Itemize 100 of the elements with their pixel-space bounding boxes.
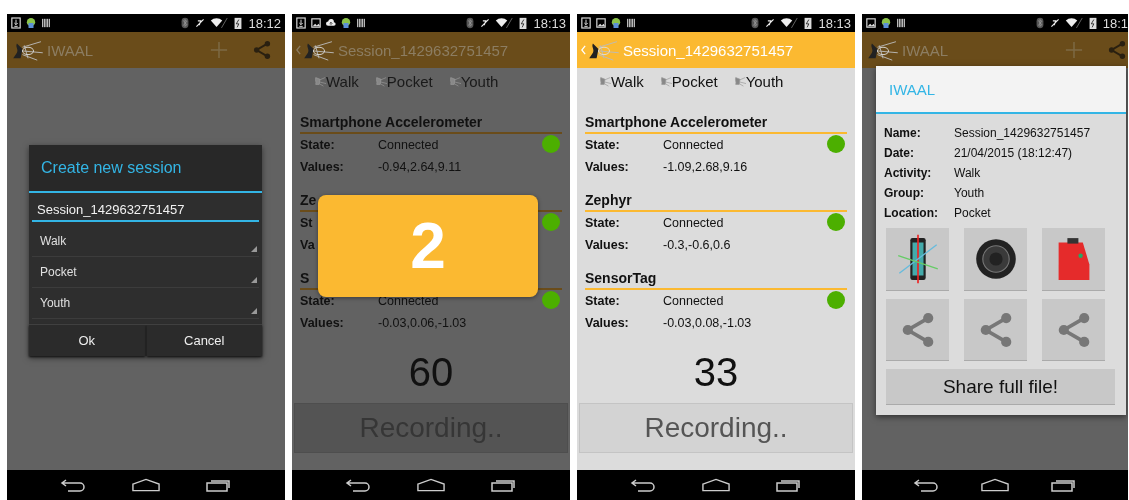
field-value: Youth: [954, 186, 986, 200]
image-notification-icon: [866, 17, 876, 29]
toast-message: 2: [318, 195, 538, 297]
state-label: State:: [585, 216, 621, 230]
state-value: Connected: [378, 294, 439, 308]
state-value: Connected: [663, 294, 724, 308]
state-label: State:: [585, 294, 621, 308]
dropdown-corner-icon: [251, 308, 257, 314]
barcode-icon: [626, 17, 636, 29]
state-value: Connected: [378, 138, 439, 152]
barcode-icon: [896, 17, 906, 29]
dialog-button[interactable]: Cancel: [146, 325, 262, 356]
android-icon: [341, 17, 351, 29]
clock-time: 18:1: [1102, 15, 1128, 31]
back-icon[interactable]: [59, 478, 88, 492]
field-label: Name:: [884, 126, 922, 140]
barcode-icon: [41, 17, 51, 29]
field-label: Location:: [884, 206, 939, 220]
share-icon: [900, 312, 935, 347]
download-notification-icon: [11, 17, 21, 29]
share-button[interactable]: [964, 299, 1027, 361]
home-icon[interactable]: [417, 478, 445, 492]
battery-icon: [803, 17, 814, 29]
tag-label: Pocket: [386, 72, 433, 90]
sensor-name: Zephyr: [585, 192, 847, 212]
clock-time: 18:13: [818, 15, 851, 31]
dropdown-corner-icon: [251, 277, 257, 283]
sensor-values: -0.3,-0.6,0.6: [663, 238, 731, 252]
home-icon[interactable]: [981, 478, 1009, 492]
field-value: Session_1429632751457: [954, 126, 1092, 140]
bluetooth-icon: [750, 17, 761, 29]
field-label: Activity:: [884, 166, 933, 180]
state-label: St: [300, 216, 314, 230]
state-label: State:: [585, 138, 621, 152]
share-full-file-button[interactable]: Share full file!: [886, 369, 1115, 405]
dialog-button[interactable]: Ok: [29, 325, 145, 356]
values-label: Values:: [300, 316, 345, 330]
sensor-values: -0.03,0.08,-1.03: [663, 316, 752, 330]
dropdown-field[interactable]: Youth: [32, 288, 259, 319]
back-icon[interactable]: [344, 478, 373, 492]
battery-icon: [233, 17, 244, 29]
state-label: State:: [300, 138, 336, 152]
recording-button[interactable]: Recording..: [579, 403, 853, 453]
countdown-counter: 33: [692, 350, 740, 395]
share-icon: [978, 312, 1013, 347]
sensor-values: -0.94,2.64,9.11: [378, 160, 462, 174]
recent-apps-icon[interactable]: [1049, 478, 1078, 492]
dropdown-field[interactable]: Pocket: [32, 257, 259, 288]
tag-logo-icon: [599, 75, 611, 87]
values-label: Va: [300, 238, 316, 252]
mute-icon: [480, 17, 491, 29]
app-title: Session_1429632751457: [338, 41, 509, 59]
mute-icon: [1049, 17, 1060, 29]
home-icon[interactable]: [132, 478, 160, 492]
barcode-icon: [356, 17, 366, 29]
app-title: IWAAL: [47, 41, 94, 59]
wifi-icon: [780, 17, 799, 29]
smartphone-axes-drawing: [895, 233, 940, 285]
share-button[interactable]: [886, 299, 949, 361]
tag-label: Youth: [745, 72, 784, 90]
tag-label: Walk: [326, 72, 359, 90]
mute-icon: [765, 17, 776, 29]
back-icon[interactable]: [912, 478, 941, 492]
values-label: Values:: [300, 160, 345, 174]
tag-logo-icon: [733, 75, 746, 87]
bluetooth-icon: [1034, 17, 1045, 29]
cloud-upload-icon: [326, 17, 336, 29]
recent-apps-icon[interactable]: [204, 478, 233, 492]
app-logo-icon: [587, 38, 621, 62]
dropdown-field[interactable]: Walk: [32, 226, 259, 257]
session-name-field[interactable]: Session_1429632751457: [32, 199, 259, 222]
app-logo-icon: [11, 38, 45, 62]
dialog-title: IWAAL: [876, 66, 1126, 114]
countdown-counter: 60: [407, 350, 455, 395]
battery-icon: [518, 17, 529, 29]
state-value: Connected: [663, 216, 724, 230]
tag-logo-icon: [314, 75, 326, 87]
dropdown-corner-icon: [251, 246, 257, 252]
values-label: Values:: [585, 160, 630, 174]
tag-logo-icon: [448, 75, 461, 87]
android-icon: [611, 17, 621, 29]
download-notification-icon: [581, 17, 591, 29]
clock-time: 18:13: [533, 15, 566, 31]
state-value: Connected: [663, 138, 724, 152]
tag-label: Youth: [460, 72, 499, 90]
field-value: 21/04/2015 (18:12:47): [954, 146, 1074, 160]
clock-time: 18:12: [248, 15, 281, 31]
wifi-icon: [210, 17, 229, 29]
back-icon[interactable]: [629, 478, 658, 492]
tag-logo-icon: [374, 75, 387, 87]
state-label: State:: [300, 294, 336, 308]
app-logo-icon: [302, 38, 336, 62]
recent-apps-icon[interactable]: [489, 478, 518, 492]
recent-apps-icon[interactable]: [774, 478, 803, 492]
battery-icon: [1087, 17, 1098, 29]
sensor-name: Smartphone Accelerometer: [585, 114, 847, 134]
field-label: Group:: [884, 186, 925, 200]
bluetooth-icon: [180, 17, 191, 29]
share-button[interactable]: [1042, 299, 1105, 361]
home-icon[interactable]: [702, 478, 730, 492]
